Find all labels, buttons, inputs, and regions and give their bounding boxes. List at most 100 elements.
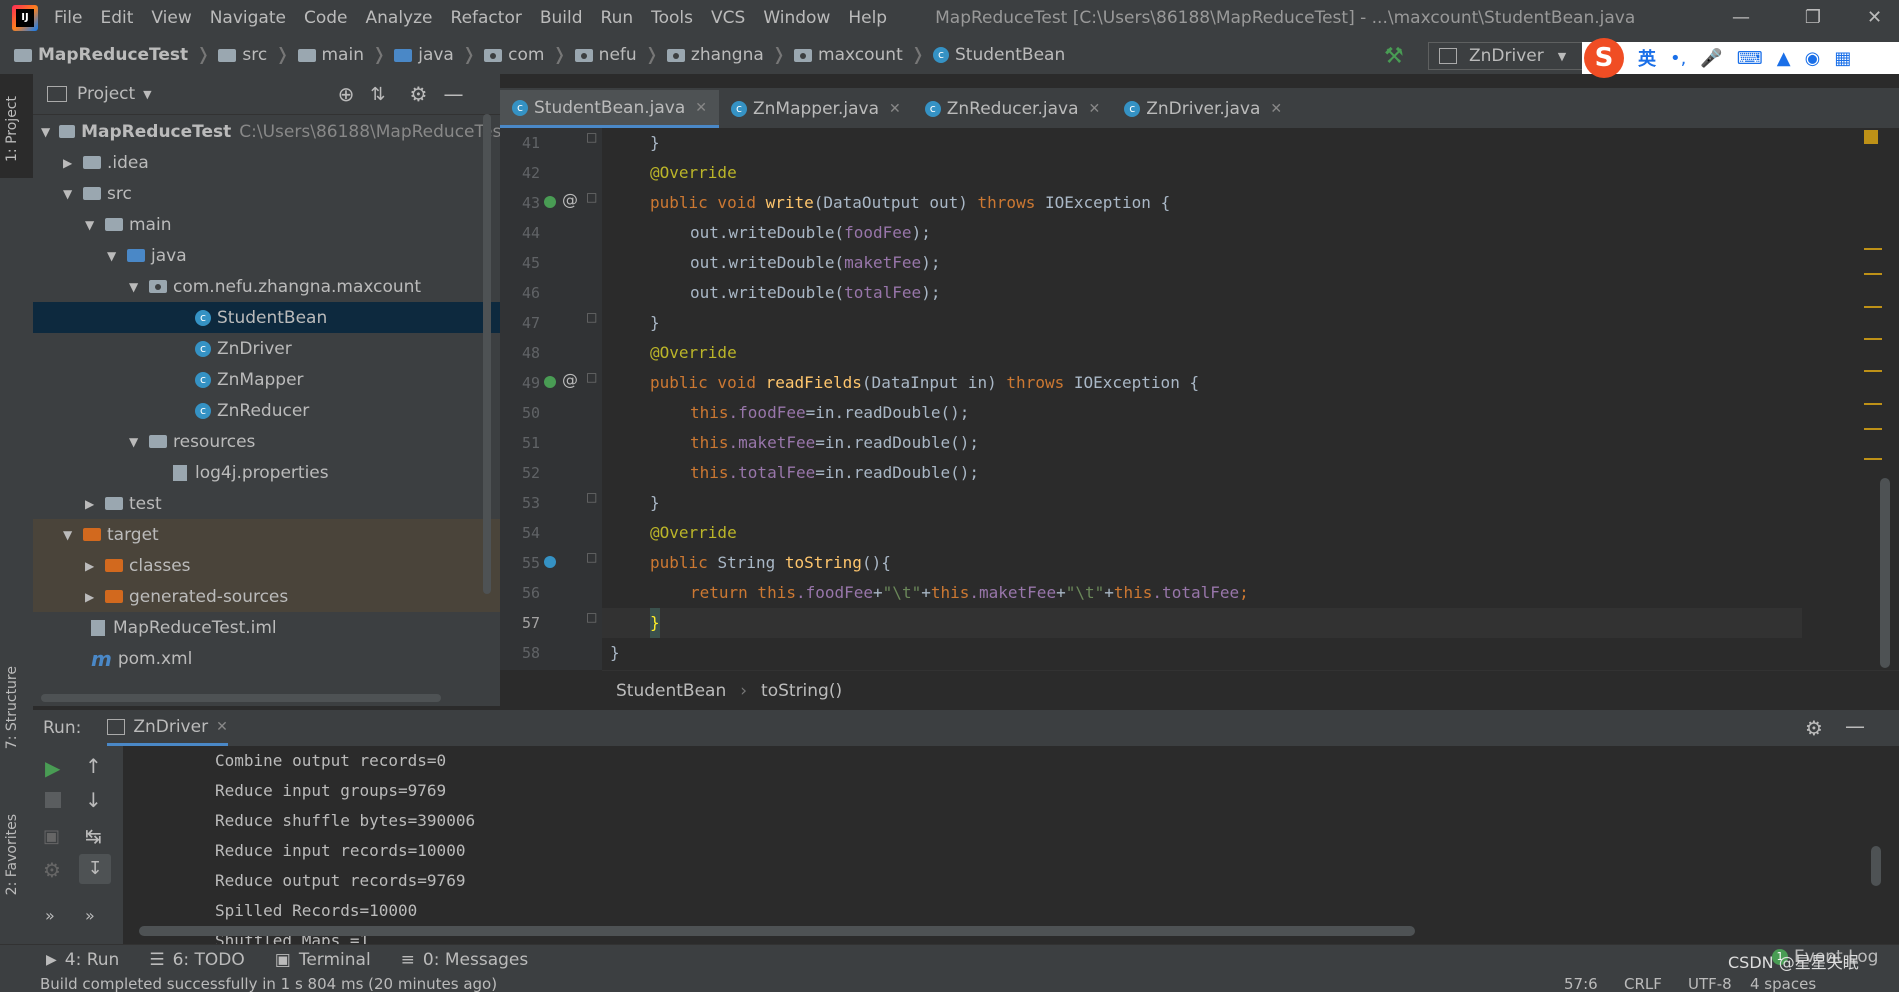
warning-stripe-mark[interactable] bbox=[1864, 403, 1882, 405]
close-tab-icon[interactable]: ✕ bbox=[1270, 101, 1282, 117]
arrow-up-icon[interactable]: ↑ bbox=[85, 754, 102, 778]
settings-icon[interactable]: ⚙ bbox=[43, 858, 61, 882]
tree-item-znreducer[interactable]: c ZnReducer bbox=[33, 395, 500, 426]
tree-item-src[interactable]: ▼ src bbox=[33, 178, 530, 209]
console-horizontal-scrollbar[interactable] bbox=[139, 926, 1415, 936]
close-tab-icon[interactable]: ✕ bbox=[216, 719, 228, 735]
editor-scroll-area[interactable] bbox=[1802, 128, 1899, 670]
bottom-tab-messages[interactable]: ≡ 0: Messages bbox=[401, 950, 529, 970]
menu-help[interactable]: Help bbox=[848, 8, 887, 28]
minimize-icon[interactable]: — bbox=[1712, 0, 1770, 36]
tree-item-main[interactable]: ▼ main bbox=[33, 209, 552, 240]
crumb-nefu[interactable]: nefu ❭ bbox=[574, 45, 659, 65]
tab-studentbean[interactable]: c StudentBean.java ✕ bbox=[500, 90, 719, 128]
fold-icon[interactable]: □ bbox=[586, 610, 597, 624]
warning-stripe-mark[interactable] bbox=[1864, 458, 1882, 460]
crumb-com[interactable]: com ❭ bbox=[484, 45, 567, 65]
crumb-java[interactable]: java ❭ bbox=[394, 45, 476, 65]
editor-gutter[interactable]: 41 42 43 44 45 46 47 48 49 50 51 52 53 5… bbox=[500, 128, 602, 670]
code-editor[interactable]: } @Override public void write(DataOutput… bbox=[602, 128, 1898, 670]
run-configuration-select[interactable]: ZnDriver ▼ bbox=[1428, 42, 1584, 70]
line-separator[interactable]: CRLF bbox=[1624, 975, 1662, 992]
status-message[interactable]: Build completed successfully in 1 s 804 … bbox=[40, 975, 497, 992]
ime-lang-toggle[interactable]: 英 bbox=[1638, 45, 1656, 71]
menu-code[interactable]: Code bbox=[304, 8, 348, 28]
menu-edit[interactable]: Edit bbox=[100, 8, 133, 28]
override-marker-icon[interactable] bbox=[544, 376, 556, 388]
close-tab-icon[interactable]: ✕ bbox=[1088, 101, 1100, 117]
fold-icon[interactable]: □ bbox=[586, 310, 597, 324]
bottom-tab-todo[interactable]: ☰ 6: TODO bbox=[149, 950, 244, 970]
camera-icon[interactable]: ▣ bbox=[43, 826, 60, 847]
tree-item-java[interactable]: ▼ java bbox=[33, 240, 574, 271]
menu-file[interactable]: File bbox=[54, 8, 82, 28]
apps-grid-icon[interactable]: ▦ bbox=[1834, 48, 1851, 69]
fold-icon[interactable]: □ bbox=[586, 190, 597, 204]
tab-zndriver[interactable]: c ZnDriver.java ✕ bbox=[1112, 90, 1294, 128]
fold-icon[interactable]: □ bbox=[586, 490, 597, 504]
bottom-tab-terminal[interactable]: ▣ Terminal bbox=[275, 950, 371, 970]
stop-icon[interactable] bbox=[45, 792, 61, 808]
more-icon[interactable]: » bbox=[85, 906, 95, 925]
microphone-icon[interactable]: 🎤 bbox=[1700, 48, 1722, 69]
tree-item-target[interactable]: ▼ target bbox=[33, 519, 500, 550]
skin-icon[interactable]: ▲ bbox=[1777, 48, 1791, 69]
crumb-maxcount[interactable]: maxcount ❭ bbox=[794, 45, 925, 65]
tree-item-iml[interactable]: MapReduceTest.iml bbox=[33, 612, 558, 643]
warning-stripe-mark[interactable] bbox=[1864, 273, 1882, 275]
bottom-tab-run[interactable]: ▶ 4: Run bbox=[46, 950, 119, 970]
tree-item-log4j[interactable]: log4j.properties bbox=[33, 457, 500, 488]
project-tool-tab[interactable]: 1: Project bbox=[4, 96, 20, 162]
tree-item-znmapper[interactable]: c ZnMapper bbox=[33, 364, 500, 395]
warning-stripe-mark[interactable] bbox=[1864, 428, 1882, 430]
run-tab-zndriver[interactable]: ZnDriver ✕ bbox=[107, 710, 228, 746]
fold-icon[interactable]: □ bbox=[586, 130, 597, 144]
tree-scrollbar[interactable] bbox=[483, 114, 491, 594]
collapse-all-icon[interactable]: ⇅ bbox=[370, 84, 385, 105]
menu-view[interactable]: View bbox=[151, 8, 191, 28]
menu-window[interactable]: Window bbox=[763, 8, 830, 28]
project-panel-title[interactable]: Project bbox=[77, 84, 135, 104]
tree-item-studentbean[interactable]: c StudentBean bbox=[33, 302, 500, 333]
inspection-status-icon[interactable] bbox=[1864, 130, 1878, 144]
file-encoding[interactable]: UTF-8 bbox=[1688, 975, 1732, 992]
caret-position[interactable]: 57:6 bbox=[1564, 975, 1598, 992]
restore-icon[interactable]: ❐ bbox=[1784, 0, 1842, 36]
keyboard-icon[interactable]: ⌨ bbox=[1737, 48, 1763, 69]
override-marker-icon[interactable] bbox=[544, 556, 556, 568]
tree-horizontal-scrollbar[interactable] bbox=[41, 694, 441, 702]
favorites-tool-tab[interactable]: 2: Favorites bbox=[4, 814, 20, 895]
fold-icon[interactable]: □ bbox=[586, 550, 597, 564]
menu-navigate[interactable]: Navigate bbox=[210, 8, 286, 28]
warning-stripe-mark[interactable] bbox=[1864, 338, 1882, 340]
punctuation-icon[interactable]: •, bbox=[1670, 48, 1686, 69]
override-marker-icon[interactable] bbox=[544, 196, 556, 208]
menu-vcs[interactable]: VCS bbox=[711, 8, 745, 28]
more-icon[interactable]: » bbox=[45, 906, 55, 925]
rerun-icon[interactable]: ▶ bbox=[45, 756, 60, 780]
locate-file-icon[interactable]: ⊕ bbox=[338, 82, 355, 106]
breadcrumb-method[interactable]: toString() bbox=[761, 681, 842, 701]
tree-item-pom[interactable]: m pom.xml bbox=[33, 643, 558, 674]
indent-setting[interactable]: 4 spaces bbox=[1750, 975, 1816, 992]
arrow-down-icon[interactable]: ↓ bbox=[85, 788, 102, 812]
close-tab-icon[interactable]: ✕ bbox=[889, 101, 901, 117]
gear-icon[interactable]: ⚙ bbox=[410, 82, 428, 106]
tab-znreducer[interactable]: c ZnReducer.java ✕ bbox=[913, 90, 1112, 128]
scroll-to-end-icon[interactable]: ↧ bbox=[79, 854, 111, 884]
hide-panel-icon[interactable]: — bbox=[1845, 714, 1865, 738]
menu-run[interactable]: Run bbox=[601, 8, 634, 28]
menu-refactor[interactable]: Refactor bbox=[451, 8, 522, 28]
menu-tools[interactable]: Tools bbox=[651, 8, 693, 28]
console-vertical-scrollbar[interactable] bbox=[1871, 846, 1881, 886]
soft-wrap-icon[interactable]: ↹ bbox=[85, 824, 102, 848]
tree-item-classes[interactable]: ▶ classes bbox=[33, 550, 500, 581]
warning-stripe-mark[interactable] bbox=[1864, 370, 1882, 372]
tree-item-zndriver[interactable]: c ZnDriver bbox=[33, 333, 500, 364]
warning-stripe-mark[interactable] bbox=[1864, 306, 1882, 308]
close-icon[interactable]: ✕ bbox=[1850, 0, 1899, 36]
gamepad-icon[interactable]: ◉ bbox=[1805, 48, 1821, 69]
structure-tool-tab[interactable]: 7: Structure bbox=[4, 666, 20, 749]
crumb-studentbean[interactable]: c StudentBean bbox=[933, 45, 1065, 65]
tree-item-test[interactable]: ▶ test bbox=[33, 488, 552, 519]
